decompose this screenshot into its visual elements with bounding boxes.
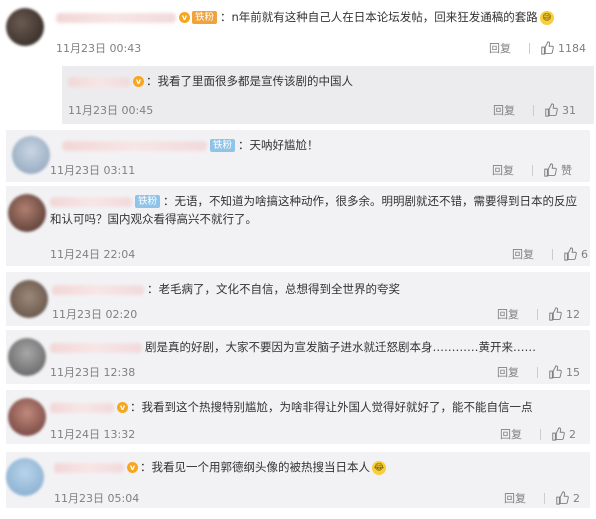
comment-actions: 回复 赞	[492, 162, 572, 178]
comment-text-line: 铁粉 ：无语，不知道为啥搞这种动作，很多余。明明剧就还不错，需要得到日本的反应和认…	[50, 194, 578, 226]
timestamp: 11月23日 00:43	[56, 42, 142, 55]
reply-button[interactable]: 回复	[512, 246, 534, 262]
action-separator	[537, 308, 538, 320]
comment-actions: 回复 31	[493, 102, 576, 118]
username-blurred[interactable]	[62, 140, 207, 151]
comment-text-line: v ：我看见一个用郭德纲头像的被热搜当日本人 😂	[54, 458, 386, 476]
timestamp: 11月23日 00:45	[68, 104, 154, 117]
avatar[interactable]	[8, 338, 46, 376]
username-blurred[interactable]	[50, 402, 114, 413]
fan-badge: 铁粉	[192, 11, 218, 24]
comment-text: 我看见一个用郭德纲头像的被热搜当日本人	[151, 460, 371, 474]
comment-text-line: v ：我看到这个热搜特别尴尬，为啥非得让外国人觉得好就好了，能不能自信一点	[50, 398, 533, 416]
timestamp: 11月24日 13:32	[50, 428, 136, 441]
like-count: 2	[569, 427, 576, 441]
reply-button[interactable]: 回复	[493, 102, 515, 118]
comment-text-line: ：老毛病了，文化不自信，总想得到全世界的夸奖	[52, 280, 400, 298]
action-separator	[540, 428, 541, 440]
like-count: 15	[566, 365, 580, 379]
vip-badge-icon: v	[127, 462, 138, 473]
comment-actions: 回复 6	[512, 246, 588, 262]
like-count: 31	[562, 103, 576, 117]
reply-button[interactable]: 回复	[497, 306, 519, 322]
timestamp: 11月23日 12:38	[50, 366, 136, 379]
thumbs-up-icon[interactable]	[551, 427, 565, 441]
comment-card: 铁粉 ：无语，不知道为啥搞这种动作，很多余。明明剧就还不错，需要得到日本的反应和认…	[6, 186, 590, 266]
action-separator	[552, 248, 553, 260]
sub-reply-text: 我看了里面很多都是宣传该剧的中国人	[157, 74, 354, 88]
vip-badge-icon: v	[179, 12, 190, 23]
sub-reply: v ：我看了里面很多都是宣传该剧的中国人 11月23日 00:45 回复 31	[62, 66, 594, 124]
action-separator	[529, 42, 530, 54]
action-separator	[532, 164, 533, 176]
like-count: 赞	[561, 164, 572, 177]
action-separator	[537, 366, 538, 378]
laugh-cry-emoji: 😂	[372, 460, 386, 475]
comment-text: 我看到这个热搜特别尴尬，为啥非得让外国人觉得好就好了，能不能自信一点	[141, 400, 533, 414]
avatar[interactable]	[10, 280, 48, 318]
action-separator	[544, 492, 545, 504]
username-blurred[interactable]	[50, 342, 142, 353]
comment-text: 老毛病了，文化不自信，总想得到全世界的夸奖	[158, 282, 401, 296]
reply-button[interactable]: 回复	[497, 364, 519, 380]
comment-card: 铁粉 ：天呐好尴尬！ 11月23日 03:11 回复 赞	[6, 130, 590, 182]
comment-card: 剧是真的好剧，大家不要因为宣发脑子进水就迁怒剧本身…………黄开来…… 11月23…	[6, 330, 590, 384]
thumbs-up-icon[interactable]	[563, 247, 577, 261]
comment-card: v ：我看到这个热搜特别尴尬，为啥非得让外国人觉得好就好了，能不能自信一点 11月…	[6, 390, 590, 444]
vip-badge-icon: v	[133, 76, 144, 87]
comment-actions: 回复 15	[497, 364, 580, 380]
comment-actions: 回复 2	[500, 426, 576, 442]
like-count: 1184	[558, 41, 586, 55]
comment-card: v ：我看见一个用郭德纲头像的被热搜当日本人 😂 11月23日 05:04 回复 2	[6, 452, 590, 508]
action-separator	[533, 104, 534, 116]
username-blurred[interactable]	[54, 462, 124, 473]
comment-actions: 回复 1184	[489, 40, 586, 56]
comment-actions: 回复 2	[504, 490, 580, 506]
timestamp: 11月24日 22:04	[50, 248, 136, 261]
vip-badge-icon: v	[117, 402, 128, 413]
thumbs-up-icon[interactable]	[540, 41, 554, 55]
thumbs-up-icon[interactable]	[548, 365, 562, 379]
sweat-smile-emoji: 😅	[539, 10, 554, 25]
comment-card: v 铁粉 ：n年前就有这种自己人在日本论坛发帖，回来狂发通稿的套路 😅 11月23日 …	[6, 0, 594, 130]
comment-text-line: v 铁粉 ：n年前就有这种自己人在日本论坛发帖，回来狂发通稿的套路 😅	[56, 8, 554, 26]
timestamp: 11月23日 02:20	[52, 308, 138, 321]
comment-text: 天呐好尴尬！	[249, 138, 319, 152]
username-blurred[interactable]	[52, 284, 144, 295]
avatar[interactable]	[6, 8, 44, 46]
thumbs-up-icon[interactable]	[543, 163, 557, 177]
avatar[interactable]	[8, 398, 46, 436]
comment-text: n年前就有这种自己人在日本论坛发帖，回来狂发通稿的套路	[231, 10, 538, 24]
avatar[interactable]	[12, 136, 50, 174]
like-count: 12	[566, 307, 580, 321]
thumbs-up-icon[interactable]	[555, 491, 569, 505]
like-count: 6	[581, 247, 588, 261]
reply-button[interactable]: 回复	[489, 40, 511, 56]
avatar[interactable]	[8, 194, 46, 232]
username-blurred[interactable]	[68, 76, 130, 87]
sub-reply-text-line: v ：我看了里面很多都是宣传该剧的中国人	[68, 72, 353, 90]
thumbs-up-icon[interactable]	[548, 307, 562, 321]
like-count: 2	[573, 491, 580, 505]
timestamp: 11月23日 03:11	[50, 164, 136, 177]
username-blurred[interactable]	[56, 12, 176, 23]
thumbs-up-icon[interactable]	[544, 103, 558, 117]
reply-button[interactable]: 回复	[492, 162, 514, 178]
comment-text-line: 铁粉 ：天呐好尴尬！	[62, 136, 319, 154]
comment-card: ：老毛病了，文化不自信，总想得到全世界的夸奖 11月23日 02:20 回复 1…	[6, 272, 590, 326]
fan-badge: 铁粉	[210, 139, 236, 152]
reply-button[interactable]: 回复	[504, 490, 526, 506]
comment-text: 剧是真的好剧，大家不要因为宣发脑子进水就迁怒剧本身…………黄开来……	[145, 340, 536, 354]
timestamp: 11月23日 05:04	[54, 492, 140, 505]
reply-button[interactable]: 回复	[500, 426, 522, 442]
username-blurred[interactable]	[50, 196, 132, 207]
comment-actions: 回复 12	[497, 306, 580, 322]
avatar[interactable]	[6, 458, 44, 496]
comment-text-line: 剧是真的好剧，大家不要因为宣发脑子进水就迁怒剧本身…………黄开来……	[50, 338, 536, 356]
fan-badge: 铁粉	[135, 195, 161, 208]
